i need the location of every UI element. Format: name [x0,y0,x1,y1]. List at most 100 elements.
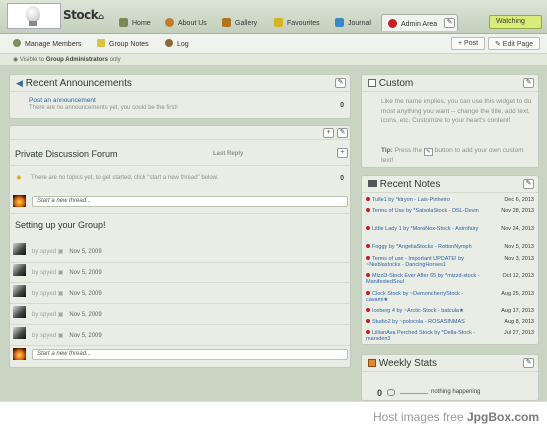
note-icon: ▣ [57,270,64,276]
note-text: Foggy by *AngeliaStocks - RottonNymph [372,244,472,250]
forum-title[interactable]: Private Discussion Forum [15,149,118,159]
forum-widget: + ✎ Private Discussion Forum Last Reply … [9,125,351,368]
user-avatar[interactable] [13,327,26,339]
user-avatar[interactable] [13,285,26,297]
by-label: by [32,312,39,318]
tab-label: Admin Area [401,21,438,28]
divider [10,165,350,166]
calendar-icon [368,359,376,367]
note-item[interactable]: Studio2 by ~polocola - ROSASINMAS Aug 8, … [366,319,534,325]
note-date: Aug 8, 2013 [504,319,534,325]
note-dot-icon [366,256,370,260]
new-topic-button[interactable]: + [337,148,348,158]
tab-label: About Us [178,20,207,27]
tab-about-us[interactable]: About Us [159,14,213,31]
pencil-icon: ✎ [525,79,532,86]
post-button[interactable]: + Post [451,37,486,50]
user-avatar[interactable] [13,306,26,318]
plus-icon: + [340,149,345,156]
note-item[interactable]: Tulle1 by *ktryon - Lais-Pinheiro Dec 6, … [366,197,534,203]
visibility-group: Group Administrators [45,57,108,63]
username[interactable]: spyed [40,249,56,255]
widget-edit-button[interactable]: ✎ [337,128,348,138]
thread-meta: by spyed ▣ Nov 5, 2009 [32,290,102,297]
note-date: Dec 6, 2013 [504,197,534,203]
plus-icon: + [326,129,331,136]
note-dot-icon [366,226,370,230]
weekly-stats-widget: Weekly Stats ✎ 0 nothing happening [361,354,539,401]
user-avatar[interactable] [13,195,26,207]
username[interactable]: spyed [40,333,56,339]
watermark-text: Host images free JpgBox.com [373,410,539,424]
note-item[interactable]: LillianAva Perched Stock by *Della-Stock… [366,330,486,342]
note-item[interactable]: Terms of use - Important UPDATE! by ~Nie… [366,256,486,268]
pencil-icon: ✎ [525,180,532,187]
gallery-icon [222,18,231,27]
custom-body: Like the name implies, you can use this … [381,98,532,124]
tab-favourites[interactable]: Favourites [268,14,326,31]
thread-date: Nov 5, 2009 [69,249,102,255]
announcements-header: ◀ Recent Announcements ✎ [10,75,350,92]
note-date: Nov 28, 2013 [501,208,534,214]
visibility-notice: ◉ Visible to Group Administrators only [0,54,547,65]
group-avatar[interactable] [7,3,61,29]
widget-edit-button[interactable]: ✎ [335,78,346,88]
note-dot-icon [366,208,370,212]
post-announcement-link[interactable]: Post an announcement [29,97,96,104]
note-item[interactable]: Terms of Use by *SalsolaStock - DSL-Devi… [366,208,486,214]
new-thread-input[interactable]: Start a new thread... [32,349,348,360]
note-dot-icon [366,197,370,201]
group-title[interactable]: Stock⌂ [63,8,104,22]
edit-page-button[interactable]: ✎ Edit Page [488,37,541,50]
notes-header: Recent Notes ✎ [362,176,538,193]
tab-edit-button[interactable]: ✎ [444,18,455,28]
tab-gallery[interactable]: Gallery [216,14,263,31]
note-item[interactable]: Iceberg 4 by ~Arctic-Stock - batcula★ Aug… [366,308,534,314]
subnav-label: Group Notes [109,41,149,48]
widget-edit-button[interactable]: ✎ [523,358,534,368]
group-notes-link[interactable]: Group Notes [97,39,149,48]
divider [10,303,350,304]
note-item[interactable]: Little Lady 1 by *MoraNox-Stock - Astrof… [366,226,486,232]
setup-forum-title[interactable]: Setting up your Group! [15,220,106,230]
visibility-prefix: Visible to [19,57,45,63]
watermark-brand: JpgBox.com [466,410,539,424]
thread-date: Nov 5, 2009 [69,312,102,318]
manage-members-link[interactable]: Manage Members [13,39,81,48]
notes-icon [368,180,377,187]
pencil-icon: ✎ [525,359,532,366]
watching-button[interactable]: Watching [489,15,542,29]
forum-count: 0 [340,175,344,182]
custom-title: Custom [378,78,414,89]
username[interactable]: spyed [40,312,56,318]
note-item[interactable]: Clock Stock by ~DemoncherryStock - cavam… [366,291,486,303]
widget-edit-button[interactable]: ✎ [523,179,534,189]
new-thread-input[interactable]: Start a new thread... [32,196,348,207]
user-avatar[interactable] [13,264,26,276]
tab-journal[interactable]: Journal [329,14,377,31]
note-text: Tulle1 by *ktryon - Lais-Pinheiro [372,197,450,203]
widget-edit-button[interactable]: ✎ [523,78,534,88]
custom-tip: Tip: Press the ✎ button to add your own … [381,146,535,166]
note-item[interactable]: MizzD-Stock Ever After 65 by *mizzd-stoc… [366,273,486,285]
note-text: LillianAva Perched Stock by *Della-Stock… [366,330,476,342]
widget-add-button[interactable]: + [323,128,334,138]
note-dot-icon [366,330,370,334]
widget-icon [368,79,376,87]
group-name-text: Stock [63,8,99,22]
user-avatar[interactable] [13,348,26,360]
tab-home[interactable]: Home [113,14,157,31]
note-item[interactable]: Foggy by *AngeliaStocks - RottonNymph Nov… [366,244,534,250]
members-icon [13,39,21,47]
megaphone-icon: ◀ [16,78,23,88]
note-icon: ▣ [57,333,64,339]
username[interactable]: spyed [40,291,56,297]
username[interactable]: spyed [40,270,56,276]
log-link[interactable]: Log [165,39,189,48]
stats-value: 0 [377,388,383,398]
lightbulb-base [29,21,37,26]
note-date: Nov 24, 2013 [501,226,534,232]
user-avatar[interactable] [13,243,26,255]
notes-title: Recent Notes [379,179,441,190]
stats-header: Weekly Stats ✎ [362,355,538,372]
